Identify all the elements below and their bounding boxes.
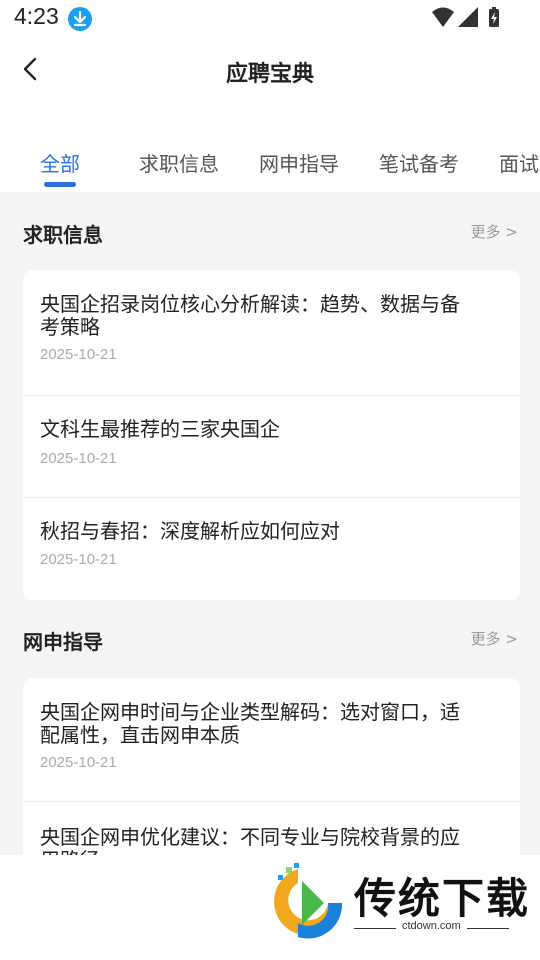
download-icon — [68, 7, 92, 31]
item-date: 2025-10-21 — [40, 450, 117, 467]
tab-all[interactable]: 全部 — [40, 148, 80, 177]
tab-interview[interactable]: 面试 — [499, 148, 539, 177]
list-item[interactable]: 文科生最推荐的三家央国企 2025-10-21 — [23, 396, 520, 498]
item-title: 文科生最推荐的三家央国企 — [40, 417, 280, 441]
tab-indicator — [44, 182, 76, 187]
article-card: 央国企网申时间与企业类型解码：选对窗口，适配属性，直击网申本质 2025-10-… — [23, 678, 520, 878]
item-title: 央国企网申时间与企业类型解码：选对窗口，适配属性，直击网申本质 — [40, 700, 460, 747]
status-bar: 4:23 — [0, 0, 540, 36]
more-link[interactable]: 更多 > — [471, 221, 518, 242]
more-link[interactable]: 更多 > — [471, 628, 518, 649]
page-title: 应聘宝典 — [225, 62, 314, 87]
watermark-url: ctdown.com — [396, 920, 467, 932]
item-title: 央国企招录岗位核心分析解读：趋势、数据与备考策略 — [40, 292, 460, 339]
list-item[interactable]: 秋招与春招：深度解析应如何应对 2025-10-21 — [23, 498, 520, 600]
section-title: 网申指导 — [23, 630, 103, 654]
watermark-text: 传统下载 — [354, 874, 531, 923]
item-title: 秋招与春招：深度解析应如何应对 — [40, 519, 340, 543]
tab-job-info[interactable]: 求职信息 — [139, 148, 219, 177]
signal-icon — [458, 7, 478, 27]
header: 应聘宝典 — [0, 36, 540, 128]
item-date: 2025-10-21 — [40, 551, 117, 568]
battery-icon — [489, 7, 499, 27]
item-date: 2025-10-21 — [40, 754, 117, 771]
status-time: 4:23 — [14, 3, 59, 29]
article-card: 央国企招录岗位核心分析解读：趋势、数据与备考策略 2025-10-21 文科生最… — [23, 270, 520, 600]
site-logo-icon — [274, 863, 343, 939]
watermark: 传统下载 ctdown.com — [0, 855, 540, 960]
list-item[interactable]: 央国企招录岗位核心分析解读：趋势、数据与备考策略 2025-10-21 — [23, 270, 520, 396]
item-date: 2025-10-21 — [40, 346, 117, 363]
wifi-icon — [432, 7, 454, 27]
tab-bar: 全部 求职信息 网申指导 笔试备考 面试 — [0, 128, 540, 192]
tab-written-exam[interactable]: 笔试备考 — [379, 148, 459, 177]
tab-online-application[interactable]: 网申指导 — [259, 148, 339, 177]
list-item[interactable]: 央国企网申时间与企业类型解码：选对窗口，适配属性，直击网申本质 2025-10-… — [23, 678, 520, 802]
section-title: 求职信息 — [23, 223, 103, 247]
